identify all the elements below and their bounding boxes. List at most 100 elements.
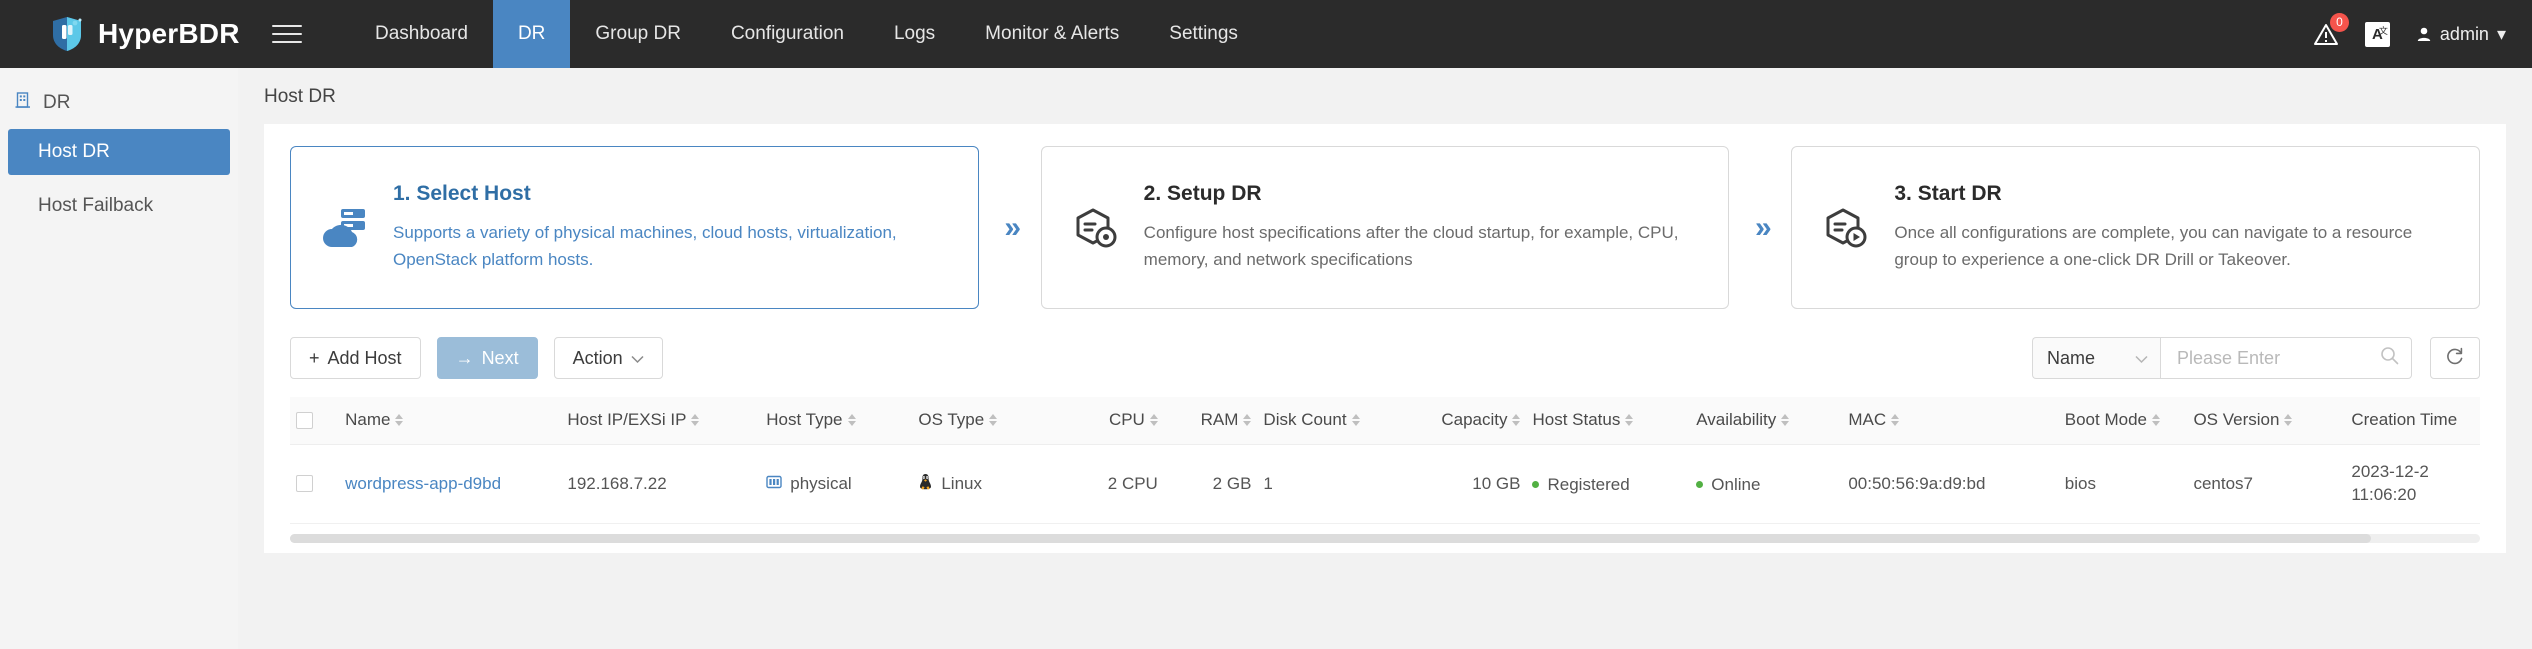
filter-field-select[interactable]: Name xyxy=(2032,337,2160,379)
sidebar-group-dr: DR xyxy=(0,84,238,121)
action-dropdown-button[interactable]: Action xyxy=(554,337,663,379)
column-header-creation-time: Creation Time xyxy=(2345,397,2480,444)
nav-item-logs[interactable]: Logs xyxy=(869,0,960,68)
sort-icon[interactable] xyxy=(848,414,856,426)
column-header-host-ip[interactable]: Host IP/EXSi IP xyxy=(561,397,760,444)
step-card-title: 3. Start DR xyxy=(1894,182,2453,206)
nav-item-dashboard[interactable]: Dashboard xyxy=(350,0,493,68)
column-header-cpu[interactable]: CPU xyxy=(1053,397,1164,444)
cell-mac: 00:50:56:9a:d9:bd xyxy=(1842,444,2058,523)
nav-item-settings[interactable]: Settings xyxy=(1144,0,1263,68)
top-navbar: HyperBDR Dashboard DR Group DR Configura… xyxy=(0,0,2532,68)
user-name: admin xyxy=(2440,24,2489,45)
cell-boot-mode: bios xyxy=(2059,444,2188,523)
sort-icon[interactable] xyxy=(2152,414,2160,426)
cloud-server-icon xyxy=(317,201,371,255)
main-nav: Dashboard DR Group DR Configuration Logs… xyxy=(350,0,1263,68)
step-card-desc: Configure host specifications after the … xyxy=(1144,220,1703,273)
table-horizontal-scrollbar[interactable] xyxy=(290,534,2480,543)
step-card-desc: Once all configurations are complete, yo… xyxy=(1894,220,2453,273)
column-header-capacity[interactable]: Capacity xyxy=(1392,397,1527,444)
step-card-desc: Supports a variety of physical machines,… xyxy=(393,220,952,273)
column-label: OS Version xyxy=(2193,410,2279,430)
nav-item-dr[interactable]: DR xyxy=(493,0,570,68)
user-avatar-icon xyxy=(2416,26,2432,42)
column-label: OS Type xyxy=(918,410,984,430)
alert-triangle-icon[interactable]: 0 xyxy=(2313,21,2339,47)
host-name-link[interactable]: wordpress-app-d9bd xyxy=(345,474,501,493)
language-glyph: 文 xyxy=(2379,24,2388,37)
sidebar-item-host-failback[interactable]: Host Failback xyxy=(8,183,230,229)
step-card-setup-dr[interactable]: 2. Setup DR Configure host specification… xyxy=(1041,146,1730,309)
column-label: Availability xyxy=(1696,410,1776,430)
row-select-cell xyxy=(290,444,339,523)
step-separator-2-icon: » xyxy=(1729,211,1791,245)
cell-host-status: Registered xyxy=(1526,444,1690,523)
column-header-host-type[interactable]: Host Type xyxy=(760,397,912,444)
sort-icon[interactable] xyxy=(1150,414,1158,426)
column-label: Host Type xyxy=(766,410,842,430)
column-header-ram[interactable]: RAM xyxy=(1164,397,1258,444)
cell-host-ip: 192.168.7.22 xyxy=(561,444,760,523)
sort-icon[interactable] xyxy=(1891,414,1899,426)
scrollbar-thumb[interactable] xyxy=(290,534,2371,543)
column-header-name[interactable]: Name xyxy=(339,397,561,444)
action-label: Action xyxy=(573,348,623,369)
step-card-select-host[interactable]: 1. Select Host Supports a variety of phy… xyxy=(290,146,979,309)
add-host-label: Add Host xyxy=(328,348,402,369)
availability-badge: Online xyxy=(1711,475,1760,495)
search-icon[interactable] xyxy=(2380,346,2399,370)
sort-icon[interactable] xyxy=(1243,414,1251,426)
hamburger-icon[interactable] xyxy=(272,25,302,43)
column-label: MAC xyxy=(1848,410,1886,430)
linux-penguin-icon xyxy=(918,473,933,495)
nav-item-monitor-alerts[interactable]: Monitor & Alerts xyxy=(960,0,1144,68)
column-header-boot-mode[interactable]: Boot Mode xyxy=(2059,397,2188,444)
cell-availability: Online xyxy=(1690,444,1842,523)
table-header-row: Name Host IP/EXSi IP Host Type OS Type xyxy=(290,397,2480,444)
column-header-mac[interactable]: MAC xyxy=(1842,397,2058,444)
sort-icon[interactable] xyxy=(1625,414,1633,426)
nav-item-configuration[interactable]: Configuration xyxy=(706,0,869,68)
column-header-disk-count[interactable]: Disk Count xyxy=(1257,397,1392,444)
sidebar-group-label: DR xyxy=(43,92,70,114)
step-card-start-dr[interactable]: 3. Start DR Once all configurations are … xyxy=(1791,146,2480,309)
user-menu[interactable]: admin ▾ xyxy=(2416,24,2506,45)
column-label: Host IP/EXSi IP xyxy=(567,410,686,430)
column-header-host-status[interactable]: Host Status xyxy=(1526,397,1690,444)
breadcrumb: Host DR xyxy=(264,68,2506,124)
sort-icon[interactable] xyxy=(691,414,699,426)
nav-item-group-dr[interactable]: Group DR xyxy=(570,0,706,68)
search-box xyxy=(2160,337,2412,379)
table-row[interactable]: wordpress-app-d9bd 192.168.7.22 xyxy=(290,444,2480,523)
select-all-checkbox[interactable] xyxy=(296,412,313,429)
sort-icon[interactable] xyxy=(1781,414,1789,426)
row-checkbox[interactable] xyxy=(296,475,313,492)
column-header-os-type[interactable]: OS Type xyxy=(912,397,1052,444)
column-label: Creation Time xyxy=(2351,410,2457,429)
search-input[interactable] xyxy=(2175,347,2365,370)
sort-icon[interactable] xyxy=(989,414,997,426)
sort-icon[interactable] xyxy=(1352,414,1360,426)
step-card-title: 2. Setup DR xyxy=(1144,182,1703,206)
box-play-icon xyxy=(1818,201,1872,255)
sort-icon[interactable] xyxy=(395,414,403,426)
column-label: Disk Count xyxy=(1263,410,1346,430)
sidebar-item-host-dr[interactable]: Host DR xyxy=(8,129,230,175)
next-button[interactable]: → Next xyxy=(437,337,538,379)
column-label: RAM xyxy=(1201,410,1239,430)
add-host-button[interactable]: + Add Host xyxy=(290,337,421,379)
column-header-availability[interactable]: Availability xyxy=(1690,397,1842,444)
status-dot-icon xyxy=(1532,481,1539,488)
brand[interactable]: HyperBDR xyxy=(0,16,238,52)
language-translate-icon[interactable]: A 文 xyxy=(2365,22,2390,47)
sort-icon[interactable] xyxy=(2284,414,2292,426)
hyperbdr-logo-icon xyxy=(50,16,84,52)
plus-icon: + xyxy=(309,348,320,369)
cell-host-type: physical xyxy=(760,444,912,523)
brand-name: HyperBDR xyxy=(98,18,240,50)
column-header-os-version[interactable]: OS Version xyxy=(2187,397,2345,444)
search-controls: Name xyxy=(2032,337,2480,379)
refresh-button[interactable] xyxy=(2430,337,2480,379)
sort-icon[interactable] xyxy=(1512,414,1520,426)
